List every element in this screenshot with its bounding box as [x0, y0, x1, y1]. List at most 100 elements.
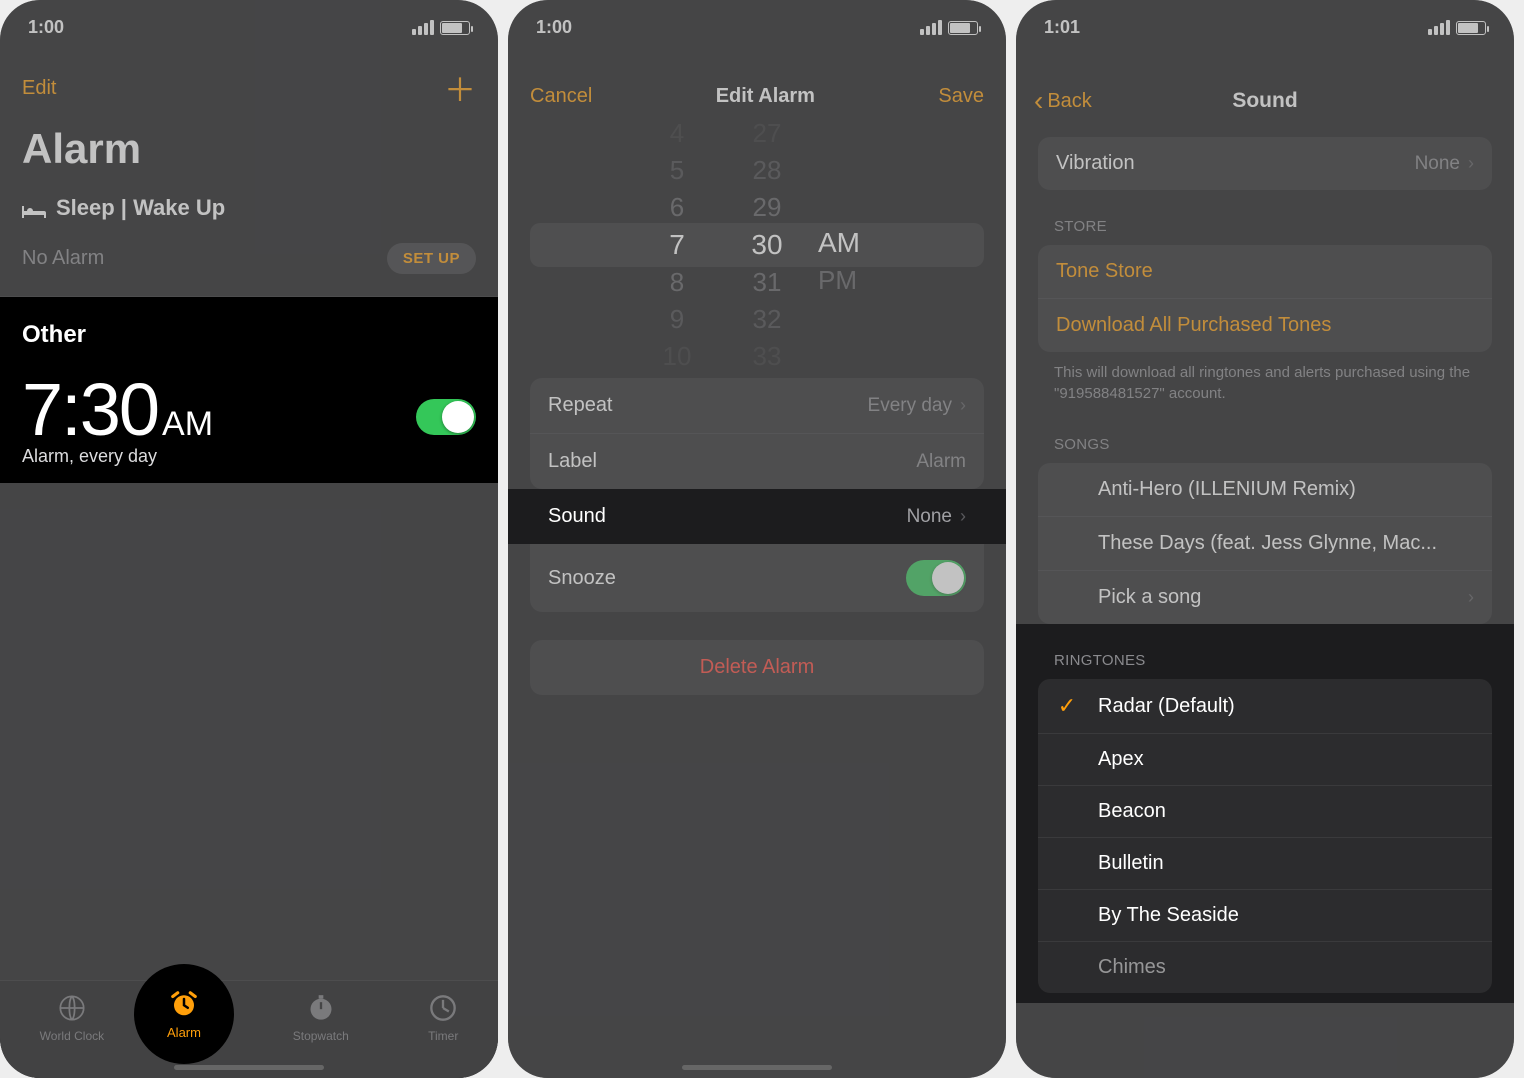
song-row[interactable]: Anti-Hero (ILLENIUM Remix)	[1038, 463, 1492, 517]
ringtone-row[interactable]: Apex	[1038, 734, 1492, 786]
status-indicators	[1428, 20, 1486, 35]
ringtones-section: RINGTONES ✓ Radar (Default) Apex Beacon …	[1016, 624, 1514, 1003]
signal-icon	[920, 20, 942, 35]
timer-icon	[428, 993, 458, 1023]
chevron-right-icon: ›	[960, 395, 966, 416]
no-alarm-label: No Alarm	[22, 247, 104, 270]
vibration-label: Vibration	[1056, 152, 1135, 175]
status-bar: 1:01	[1016, 0, 1514, 55]
snooze-toggle[interactable]	[906, 560, 966, 596]
repeat-label: Repeat	[548, 394, 613, 417]
vibration-row[interactable]: Vibration None ›	[1038, 137, 1492, 190]
ringtone-label: Chimes	[1098, 956, 1166, 979]
chevron-right-icon: ›	[960, 506, 966, 527]
sound-label: Sound	[548, 505, 606, 528]
save-button[interactable]: Save	[938, 85, 984, 108]
status-bar: 1:00	[0, 0, 498, 55]
home-indicator[interactable]	[174, 1065, 324, 1070]
picker-hours[interactable]: 4 5 6 7 8 9 10	[632, 118, 722, 372]
store-group: Tone Store Download All Purchased Tones	[1038, 245, 1492, 352]
status-time: 1:00	[536, 17, 572, 38]
ringtone-row[interactable]: Bulletin	[1038, 838, 1492, 890]
ringtone-row[interactable]: Chimes	[1038, 942, 1492, 993]
nav-bar: Edit ＋	[0, 55, 498, 119]
repeat-row[interactable]: Repeat Every day ›	[530, 378, 984, 434]
tab-label: World Clock	[40, 1029, 104, 1043]
ringtone-row[interactable]: ✓ Radar (Default)	[1038, 679, 1492, 734]
pick-song-row[interactable]: Pick a song ›	[1038, 571, 1492, 624]
alarm-clock-icon	[169, 989, 199, 1019]
tone-store-row[interactable]: Tone Store	[1038, 245, 1492, 299]
download-tones-label: Download All Purchased Tones	[1056, 314, 1331, 337]
ringtone-label: By The Seaside	[1098, 904, 1239, 927]
checkmark-icon: ✓	[1056, 693, 1078, 719]
ringtones-header: RINGTONES	[1016, 624, 1514, 679]
screen-edit-alarm: 1:00 Cancel Edit Alarm Save 4 5 6 7 8 9 …	[508, 0, 1006, 1078]
screen-sound-settings: 1:01 ‹ Back Sound Vibration None› STORE …	[1016, 0, 1514, 1078]
picker-minutes[interactable]: 27 28 29 30 31 32 33	[722, 118, 812, 372]
picker-ampm[interactable]: AM PM	[812, 131, 882, 360]
globe-icon	[57, 993, 87, 1023]
alarm-time-value: 7:30	[22, 368, 158, 451]
alarm-toggle[interactable]	[416, 399, 476, 435]
chevron-right-icon: ›	[1468, 587, 1474, 608]
snooze-label: Snooze	[548, 567, 616, 590]
tab-alarm-highlight[interactable]: Alarm	[134, 964, 234, 1064]
battery-icon	[948, 21, 978, 35]
modal-title: Edit Alarm	[716, 85, 815, 108]
chevron-right-icon: ›	[1468, 153, 1474, 174]
add-alarm-icon[interactable]: ＋	[444, 65, 476, 111]
vibration-value: None	[1415, 153, 1460, 175]
delete-alarm-button[interactable]: Delete Alarm	[530, 640, 984, 695]
tab-bar: World Clock . Stopwatch Timer	[0, 980, 498, 1078]
edit-button[interactable]: Edit	[22, 77, 56, 100]
back-chevron-icon[interactable]: ‹	[1034, 85, 1043, 117]
signal-icon	[1428, 20, 1450, 35]
screen-alarm-list: 1:00 Edit ＋ Alarm Sleep | Wake Up No Ala…	[0, 0, 498, 1078]
alarm-row[interactable]: 7:30AM Alarm, every day	[0, 359, 498, 483]
song-row[interactable]: These Days (feat. Jess Glynne, Mac...	[1038, 517, 1492, 571]
status-time: 1:01	[1044, 17, 1080, 38]
tab-world-clock[interactable]: World Clock	[40, 993, 104, 1043]
ringtone-row[interactable]: By The Seaside	[1038, 890, 1492, 942]
repeat-value: Every day	[868, 395, 952, 417]
page-title: Alarm	[0, 119, 498, 191]
battery-icon	[1456, 21, 1486, 35]
other-alarms-section: Other 7:30AM Alarm, every day	[0, 297, 498, 483]
ringtone-label: Radar (Default)	[1098, 695, 1235, 718]
tab-label: Stopwatch	[293, 1029, 349, 1043]
tab-stopwatch[interactable]: Stopwatch	[293, 993, 349, 1043]
download-tones-row[interactable]: Download All Purchased Tones	[1038, 299, 1492, 352]
cancel-button[interactable]: Cancel	[530, 85, 592, 108]
pick-song-label: Pick a song	[1098, 586, 1201, 609]
label-row[interactable]: Label Alarm	[530, 434, 984, 489]
songs-group: Anti-Hero (ILLENIUM Remix) These Days (f…	[1038, 463, 1492, 624]
tab-label: Alarm	[167, 1025, 201, 1040]
nav-bar: ‹ Back Sound	[1016, 55, 1514, 137]
alarm-time: 7:30AM	[22, 367, 213, 452]
tab-timer[interactable]: Timer	[428, 993, 458, 1043]
sound-value: None	[907, 506, 952, 528]
back-button[interactable]: Back	[1047, 90, 1091, 113]
label-label: Label	[548, 450, 597, 473]
alarm-ampm: AM	[162, 405, 213, 443]
alarm-settings-group: Repeat Every day › Label Alarm	[530, 378, 984, 489]
snooze-row: Snooze	[530, 544, 984, 612]
ringtone-label: Beacon	[1098, 800, 1166, 823]
battery-icon	[440, 21, 470, 35]
sleep-wake-row: No Alarm SET UP	[0, 235, 498, 297]
home-indicator[interactable]	[682, 1065, 832, 1070]
signal-icon	[412, 20, 434, 35]
sleep-wake-header: Sleep | Wake Up	[0, 191, 498, 235]
status-bar: 1:00	[508, 0, 1006, 55]
stopwatch-icon	[306, 993, 336, 1023]
sleep-wake-label: Sleep | Wake Up	[56, 195, 225, 221]
other-header: Other	[0, 297, 498, 359]
store-footnote: This will download all ringtones and ale…	[1016, 352, 1514, 408]
ringtone-label: Apex	[1098, 748, 1144, 771]
time-picker[interactable]: 4 5 6 7 8 9 10 27 28 29 30 31 32 33 AM P…	[530, 140, 984, 350]
setup-button[interactable]: SET UP	[387, 243, 476, 274]
ringtone-row[interactable]: Beacon	[1038, 786, 1492, 838]
label-value: Alarm	[916, 451, 966, 473]
sound-row[interactable]: Sound None ›	[508, 489, 1006, 544]
